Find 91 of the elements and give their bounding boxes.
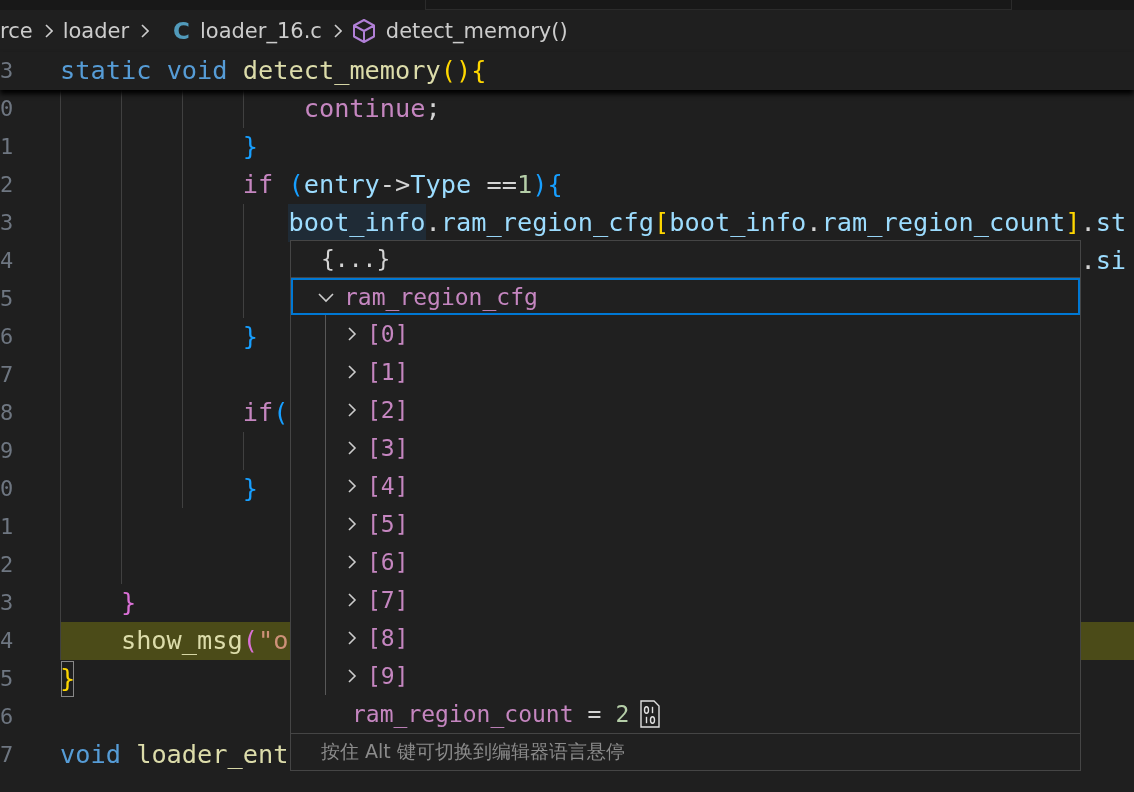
chevron-right-icon	[345, 669, 357, 683]
code-token: ]	[1065, 207, 1081, 239]
chevron-right-icon	[345, 403, 357, 417]
line-number: 4	[0, 627, 14, 655]
code-token: ;	[425, 93, 441, 125]
tree-item[interactable]: [2]	[326, 391, 1080, 429]
chevron-right-icon	[42, 24, 53, 38]
chevron-right-icon	[345, 631, 357, 645]
line-number: 3	[0, 209, 14, 237]
line-number: 7	[0, 741, 14, 769]
line-number: 6	[0, 703, 14, 731]
code-token: }	[242, 131, 258, 163]
code-token: boot_info	[288, 204, 426, 242]
tree-item[interactable]: [0]	[326, 315, 1080, 353]
hover-hint-text: 按住 Alt 键可切换到编辑器语言悬停	[321, 739, 625, 764]
line-number: 7	[0, 361, 14, 389]
tree-item[interactable]: [4]	[326, 467, 1080, 505]
chevron-right-icon	[345, 593, 357, 607]
code-token: (	[242, 625, 258, 657]
code-token: Type	[410, 169, 472, 201]
line-number: 0	[0, 475, 14, 503]
code-token: 1	[516, 169, 533, 201]
line-number: 1	[0, 133, 14, 161]
line-number: 5	[0, 285, 14, 313]
code-token: if	[242, 397, 274, 429]
code-token: if	[242, 169, 274, 201]
code-token: static	[60, 55, 152, 87]
code-token: (){	[440, 55, 487, 87]
code-token: }	[242, 473, 258, 505]
chevron-right-icon	[345, 441, 357, 455]
code-token: ->	[379, 169, 411, 201]
tree-item[interactable]: ram_region_count = 2	[291, 695, 1080, 733]
line-number: 6	[0, 323, 14, 351]
tree-item[interactable]: [1]	[326, 353, 1080, 391]
line-number: 2	[0, 551, 14, 579]
code-token: }	[60, 660, 76, 698]
line-number: 3	[0, 57, 14, 85]
code-token: }	[120, 587, 137, 619]
breadcrumb-item[interactable]: loader	[62, 19, 130, 43]
line-number: 2	[0, 171, 14, 199]
code-token: void	[166, 55, 228, 87]
code-token: (	[273, 397, 289, 429]
chevron-right-icon	[331, 24, 342, 38]
chevron-right-icon	[345, 365, 357, 379]
tree-item[interactable]: [5]	[326, 505, 1080, 543]
code-token: entry	[303, 169, 380, 201]
breadcrumb-item[interactable]: rce	[0, 19, 33, 43]
tree-item[interactable]: [7]	[326, 581, 1080, 619]
line-number: 3	[0, 589, 14, 617]
code-token: .	[425, 207, 441, 239]
line-number: 8	[0, 399, 14, 427]
chevron-right-icon	[345, 555, 357, 569]
chevron-right-icon	[345, 327, 357, 341]
chevron-right-icon	[345, 479, 357, 493]
code-token: show_msg	[120, 625, 243, 657]
code-token: si	[1095, 245, 1127, 277]
code-token: .	[1080, 207, 1096, 239]
chevron-right-icon	[345, 517, 357, 531]
tree-item[interactable]: ram_region_cfg	[291, 278, 1080, 315]
code-token: .	[1080, 245, 1096, 277]
breadcrumb-item[interactable]: detect_memory()	[385, 19, 568, 43]
code-token: ){	[532, 169, 563, 201]
chevron-right-icon	[139, 24, 150, 38]
code-token: st	[1095, 207, 1127, 239]
hover-expression: {...}	[321, 246, 391, 272]
code-token: "o	[258, 625, 289, 657]
line-number: 4	[0, 247, 14, 275]
breadcrumb-item[interactable]: loader_16.c	[199, 19, 322, 43]
code-token: (	[288, 169, 304, 201]
tree-item[interactable]: [3]	[326, 429, 1080, 467]
code-token: [	[654, 207, 670, 239]
code-token: boot_info	[669, 207, 807, 239]
code-token: }	[242, 321, 258, 353]
code-token: ram_region_cfg	[440, 207, 654, 239]
line-number: 9	[0, 437, 14, 465]
line-number: 0	[0, 95, 14, 123]
code-token: loader_ent	[136, 739, 289, 771]
tree-item[interactable]: [6]	[326, 543, 1080, 581]
code-token: continue	[303, 93, 426, 125]
code-token: ==	[486, 169, 517, 201]
tree-item[interactable]: [9]	[326, 657, 1080, 695]
code-token: ram_region_count	[821, 207, 1066, 239]
line-number: 5	[0, 665, 14, 693]
binary-file-icon	[639, 700, 662, 728]
code-token: detect_memory	[242, 55, 441, 87]
code-token: void	[60, 739, 121, 771]
c-file-icon: C	[173, 18, 190, 44]
tree-item[interactable]: [8]	[326, 619, 1080, 657]
cube-icon	[351, 18, 376, 44]
code-token: .	[806, 207, 822, 239]
line-number: 1	[0, 513, 14, 541]
